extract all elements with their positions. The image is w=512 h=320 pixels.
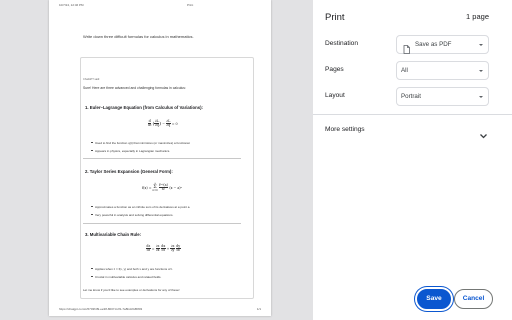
formula-euler-lagrange: d dt (∂L ∂q̇) − ∂L ∂q = 0	[148, 119, 178, 128]
bullet-3-2: Crucial in multivariable calculus and re…	[91, 275, 162, 279]
print-preview-pane: 10/7/24, 12:46 PM Print Write down three…	[0, 0, 313, 320]
print-settings-panel: Print 1 page Destination Save as PDF Pag…	[313, 0, 512, 320]
chevron-down-icon	[479, 70, 483, 72]
bullet-text: Applies when z = f(x, y) and both x and …	[95, 267, 173, 271]
layout-label: Layout	[325, 92, 345, 99]
bullet-text: Used to find the function q(t) that mini…	[95, 141, 191, 145]
chevron-down-icon	[479, 127, 488, 139]
user-prompt: Write down three difficult formulas for …	[83, 34, 194, 39]
cancel-button[interactable]: Cancel	[454, 289, 493, 309]
bullet-text: Crucial in multivariable calculus and re…	[95, 275, 162, 279]
page-footer: https://chatgpt.com/c/6703f4f9-ee38-8007…	[59, 307, 261, 312]
bullet-text: Approximates a function as an infinite s…	[95, 205, 191, 209]
header-title: Print	[187, 3, 194, 7]
more-settings-toggle[interactable]: More settings	[313, 122, 512, 140]
footer-page-number: 1/1	[256, 307, 261, 311]
destination-value: Save as PDF	[415, 41, 452, 48]
formula-chain-rule: dz dt = ∂z ∂x dx dt + ∂z ∂y dy dt	[146, 244, 181, 253]
section-heading-2: 2. Taylor Series Expansion (General Form…	[85, 169, 173, 174]
layout-value: Portrait	[401, 93, 421, 100]
pages-label: Pages	[325, 66, 344, 73]
settings-divider	[313, 114, 512, 115]
response-label: ChatGPT said:	[83, 78, 100, 81]
save-button[interactable]: Save	[417, 289, 451, 309]
bullet-text: Appears in physics, especially in Lagran…	[95, 149, 171, 153]
bullet-text: Very powerful in analysis and solving di…	[95, 213, 174, 217]
layout-select[interactable]: Portrait	[396, 87, 489, 106]
section-heading-3: 3. Multivariable Chain Rule:	[85, 232, 142, 237]
pages-value: All	[401, 67, 408, 74]
footer-url: https://chatgpt.com/c/6703f4f9-ee38-8007…	[59, 307, 143, 311]
dialog-title: Print	[325, 12, 345, 23]
chevron-down-icon	[479, 96, 483, 98]
bullet-3-1: Applies when z = f(x, y) and both x and …	[91, 267, 173, 271]
section-heading-1: 1. Euler–Lagrange Equation (from Calculu…	[85, 105, 203, 110]
section-divider	[83, 223, 241, 224]
more-settings-label: More settings	[325, 126, 365, 133]
pages-select[interactable]: All	[396, 61, 489, 80]
formula-taylor-series: f(x) = ∞ Σn=0 f⁽ⁿ⁾(a) n! (x − a)ⁿ	[142, 182, 183, 193]
destination-label: Destination	[325, 40, 358, 47]
pdf-file-icon	[402, 41, 411, 54]
response-outro: Let me know if you'd like to see example…	[83, 288, 180, 292]
section-divider	[83, 158, 241, 159]
header-date: 10/7/24, 12:46 PM	[59, 3, 84, 7]
response-intro: Sure! Here are three advanced and challe…	[83, 86, 186, 90]
response-box	[80, 57, 254, 299]
bullet-2-1: Approximates a function as an infinite s…	[91, 205, 191, 209]
bullet-2-2: Very powerful in analysis and solving di…	[91, 213, 174, 217]
destination-select[interactable]: Save as PDF	[396, 35, 489, 54]
bullet-1-2: Appears in physics, especially in Lagran…	[91, 149, 171, 153]
bullet-1-1: Used to find the function q(t) that mini…	[91, 141, 191, 145]
chevron-down-icon	[479, 44, 483, 46]
page-count: 1 page	[466, 12, 489, 21]
page-header: 10/7/24, 12:46 PM Print	[59, 3, 261, 8]
